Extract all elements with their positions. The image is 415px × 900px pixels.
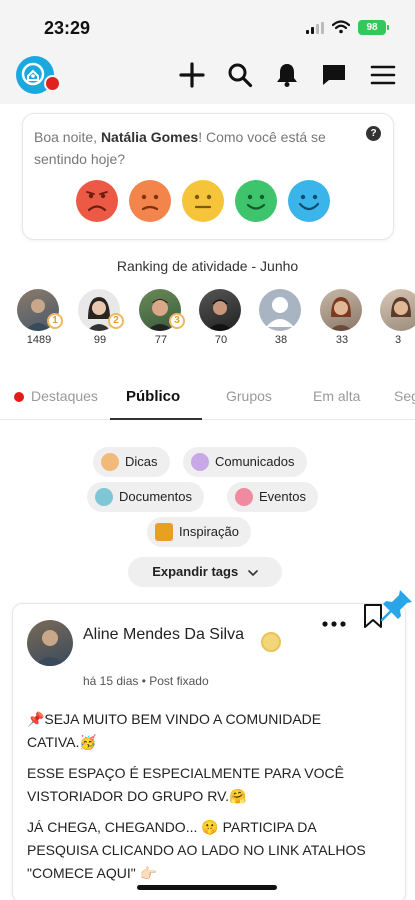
tag-label: Eventos <box>259 489 306 504</box>
rank-score: 99 <box>93 334 107 346</box>
document-icon <box>95 488 113 506</box>
feed-tabs: Destaques Público Grupos Em alta Seg <box>0 378 415 420</box>
search-icon[interactable] <box>227 62 253 88</box>
post-paragraph: JÁ CHEGA, CHEGANDO... 🤫 PARTICIPA DA PES… <box>27 819 366 881</box>
post-author[interactable]: Aline Mendes Da Silva <box>83 622 253 648</box>
avatar <box>320 289 362 331</box>
status-bar: 23:29 98 <box>0 0 415 44</box>
ranking-member[interactable]: 1 1489 <box>17 289 63 349</box>
tag-label: Comunicados <box>215 454 295 469</box>
chevron-down-icon <box>247 569 258 576</box>
tag-documentos[interactable]: Documentos <box>87 482 204 512</box>
avatar-placeholder-icon <box>259 289 301 331</box>
tag-label: Documentos <box>119 489 192 504</box>
mood-question: Boa noite, Natália Gomes! Como você está… <box>34 126 354 170</box>
chat-icon[interactable] <box>321 62 347 88</box>
expand-tags-button[interactable]: Expandir tags <box>128 557 282 587</box>
post-paragraph: ESSE ESPAÇO É ESPECIALMENTE PARA VOCÊ VI… <box>27 765 344 804</box>
avatar <box>199 289 241 331</box>
menu-icon[interactable] <box>370 62 396 88</box>
mood-very-sad-icon[interactable] <box>76 180 118 222</box>
megaphone-icon <box>191 453 209 471</box>
home-indicator <box>137 885 277 890</box>
rank-score: 3 <box>394 334 402 346</box>
notification-dot <box>44 75 61 92</box>
mood-neutral-icon[interactable] <box>182 180 224 222</box>
avatar[interactable] <box>27 620 73 666</box>
more-options-icon[interactable] <box>321 620 347 628</box>
trophy-icon <box>155 523 173 541</box>
ranking-member[interactable]: 70 <box>199 289 243 349</box>
rank-badge: 3 <box>169 313 185 329</box>
rank-badge: 1 <box>47 313 63 329</box>
author-badge-icon <box>261 632 281 652</box>
help-icon[interactable]: ? <box>366 126 381 141</box>
post-meta: há 15 dias • Post fixado <box>83 674 209 688</box>
rank-badge: 2 <box>108 313 124 329</box>
post-body: 📌SEJA MUITO BEM VINDO A COMUNIDADE CATIV… <box>27 708 367 893</box>
status-time: 23:29 <box>44 18 91 38</box>
ranking-member[interactable]: 2 99 <box>78 289 124 349</box>
app-header <box>0 44 415 104</box>
tab-publico[interactable]: Público <box>126 388 180 405</box>
mood-greeting: Boa noite, <box>34 129 101 145</box>
plus-icon[interactable] <box>179 62 205 88</box>
wifi-icon <box>332 20 350 34</box>
user-name: Natália Gomes <box>100 129 199 145</box>
pin-icon <box>380 590 412 622</box>
battery-icon: 98 <box>358 20 389 35</box>
ranking-member[interactable]: 3 77 <box>139 289 185 349</box>
tag-dicas[interactable]: Dicas <box>93 447 170 477</box>
mood-sad-icon[interactable] <box>129 180 171 222</box>
tab-em-alta[interactable]: Em alta <box>313 388 360 404</box>
calendar-icon <box>235 488 253 506</box>
mood-happy-icon[interactable] <box>235 180 277 222</box>
active-tab-indicator <box>110 418 202 420</box>
tab-seguindo[interactable]: Seg <box>394 388 415 404</box>
rank-score: 38 <box>274 334 288 346</box>
mood-very-happy-icon[interactable] <box>288 180 330 222</box>
signal-icon <box>306 22 324 34</box>
rank-score: 1489 <box>26 334 52 346</box>
tag-eventos[interactable]: Eventos <box>227 482 318 512</box>
rank-score: 77 <box>154 334 168 346</box>
tag-comunicados[interactable]: Comunicados <box>183 447 307 477</box>
tag-label: Dicas <box>125 454 158 469</box>
rank-score: 33 <box>335 334 349 346</box>
rank-score: 70 <box>214 334 228 346</box>
avatar <box>380 289 415 331</box>
bell-icon[interactable] <box>274 62 300 88</box>
ranking-title: Ranking de atividade - Junho <box>116 258 299 274</box>
tab-destaques[interactable]: Destaques <box>31 388 98 404</box>
mood-card: Boa noite, Natália Gomes! Como você está… <box>22 113 394 240</box>
tab-grupos[interactable]: Grupos <box>226 388 272 404</box>
ranking-member[interactable]: 33 <box>320 289 364 349</box>
post-card[interactable]: Aline Mendes Da Silva há 15 dias • Post … <box>12 603 406 900</box>
tag-label: Inspiração <box>179 524 239 539</box>
tag-inspiracao[interactable]: Inspiração <box>147 517 251 547</box>
post-paragraph: 📌SEJA MUITO BEM VINDO A COMUNIDADE CATIV… <box>27 711 322 750</box>
ranking-member[interactable]: 38 <box>259 289 303 349</box>
live-dot-icon <box>14 392 24 402</box>
lightbulb-icon <box>101 453 119 471</box>
ranking-member[interactable]: 3 <box>380 289 415 349</box>
expand-tags-label: Expandir tags <box>152 564 239 579</box>
